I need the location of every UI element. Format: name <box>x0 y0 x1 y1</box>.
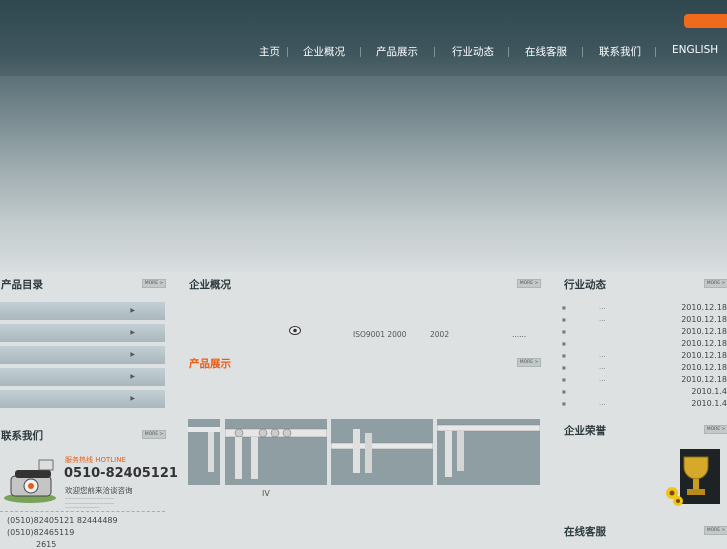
product-image[interactable] <box>437 419 540 485</box>
bullet-icon: ■ <box>562 377 566 382</box>
contact-more-button[interactable]: MORE > <box>142 430 166 439</box>
nav-products[interactable]: 产品展示 <box>376 44 418 59</box>
arrow-right-icon: ▶ <box>130 307 135 314</box>
read-more-ellipsis[interactable]: ...... <box>512 330 526 339</box>
catalog-item[interactable]: ▶ <box>0 324 165 342</box>
company-profile-title: 企业概况 <box>189 279 231 291</box>
contact-phone: (0510)82405121 82444489 <box>7 516 118 525</box>
nav-home[interactable]: 主页 <box>259 44 280 59</box>
bullet-icon: ■ <box>562 353 566 358</box>
news-title[interactable]: ... <box>599 351 606 359</box>
product-image[interactable] <box>225 419 327 485</box>
online-service-more-button[interactable]: MORE > <box>704 526 727 535</box>
news-title[interactable]: ... <box>599 303 606 311</box>
news-date: 2010.12.18 <box>681 351 727 360</box>
arrow-right-icon: ▶ <box>130 329 135 336</box>
nav-divider <box>582 47 583 57</box>
catalog-item[interactable]: ▶ <box>0 368 165 386</box>
news-date: 2010.12.18 <box>681 339 727 348</box>
product-image[interactable] <box>188 419 220 485</box>
nav-divider <box>287 47 288 57</box>
hotline-label: 服务热线 HOTLINE <box>65 456 126 464</box>
bullet-icon: ■ <box>562 401 566 406</box>
online-service-title: 在线客服 <box>564 526 606 538</box>
nav-company[interactable]: 企业概况 <box>303 44 345 59</box>
honors-more-button[interactable]: MORE > <box>704 425 727 434</box>
arrow-right-icon: ▶ <box>130 351 135 358</box>
news-date: 2010.1.4 <box>691 387 727 396</box>
header-bar <box>0 0 727 76</box>
product-caption: IV <box>262 489 270 498</box>
honors-title: 企业荣誉 <box>564 425 606 437</box>
nav-divider <box>508 47 509 57</box>
industry-news-title: 行业动态 <box>564 279 606 291</box>
arrow-right-icon: ▶ <box>130 395 135 402</box>
hotline-welcome: 欢迎您前来洽谈咨询 <box>65 486 133 495</box>
hotline-number: 0510-82405121 <box>64 466 178 481</box>
orange-tab-button[interactable] <box>684 14 727 28</box>
product-image[interactable] <box>331 419 433 485</box>
news-date: 2010.1.4 <box>691 399 727 408</box>
product-show-more-button[interactable]: MORE > <box>517 358 541 367</box>
nav-service[interactable]: 在线客服 <box>525 44 567 59</box>
nav-divider <box>655 47 656 57</box>
news-title[interactable]: ... <box>599 399 606 407</box>
bullet-icon: ■ <box>562 329 566 334</box>
bullet-icon: ■ <box>562 305 566 310</box>
news-date: 2010.12.18 <box>681 375 727 384</box>
hotline-fineprint: —————————————— —————————————— —————————— <box>65 496 114 509</box>
company-profile-more-button[interactable]: MORE > <box>517 279 541 288</box>
catalog-item[interactable]: ▶ <box>0 390 165 408</box>
product-show-title: 产品展示 <box>189 358 231 370</box>
telephone-icon <box>4 459 56 503</box>
founded-year: 2002 <box>430 330 450 339</box>
banner <box>0 0 727 272</box>
bullet-icon: ■ <box>562 365 566 370</box>
iso-text: ISO9001 2000 <box>353 330 407 339</box>
trophy-icon[interactable] <box>662 447 724 507</box>
product-catalog-title: 产品目录 <box>1 279 43 291</box>
news-title[interactable]: ... <box>599 315 606 323</box>
catalog-item[interactable]: ▶ <box>0 302 165 320</box>
news-date: 2010.12.18 <box>681 303 727 312</box>
bullet-icon: ■ <box>562 317 566 322</box>
bullet-icon: ■ <box>562 341 566 346</box>
catalog-item[interactable]: ▶ <box>0 346 165 364</box>
news-date: 2010.12.18 <box>681 327 727 336</box>
divider <box>0 511 165 512</box>
nav-divider <box>360 47 361 57</box>
news-title[interactable]: ... <box>599 363 606 371</box>
industry-news-more-button[interactable]: MORE > <box>704 279 727 288</box>
news-title[interactable]: ... <box>599 375 606 383</box>
nav-divider <box>434 47 435 57</box>
nav-news[interactable]: 行业动态 <box>452 44 494 59</box>
contact-fax: (0510)82465119 <box>7 528 75 537</box>
contact-title: 联系我们 <box>1 430 43 442</box>
logo-icon <box>289 326 301 335</box>
main-nav: 主页 企业概况 产品展示 行业动态 在线客服 联系我们 ENGLISH <box>0 44 727 62</box>
product-catalog-more-button[interactable]: MORE > <box>142 279 166 288</box>
nav-contact[interactable]: 联系我们 <box>599 44 641 59</box>
news-date: 2010.12.18 <box>681 315 727 324</box>
nav-english[interactable]: ENGLISH <box>672 44 718 56</box>
arrow-right-icon: ▶ <box>130 373 135 380</box>
news-date: 2010.12.18 <box>681 363 727 372</box>
bullet-icon: ■ <box>562 389 566 394</box>
